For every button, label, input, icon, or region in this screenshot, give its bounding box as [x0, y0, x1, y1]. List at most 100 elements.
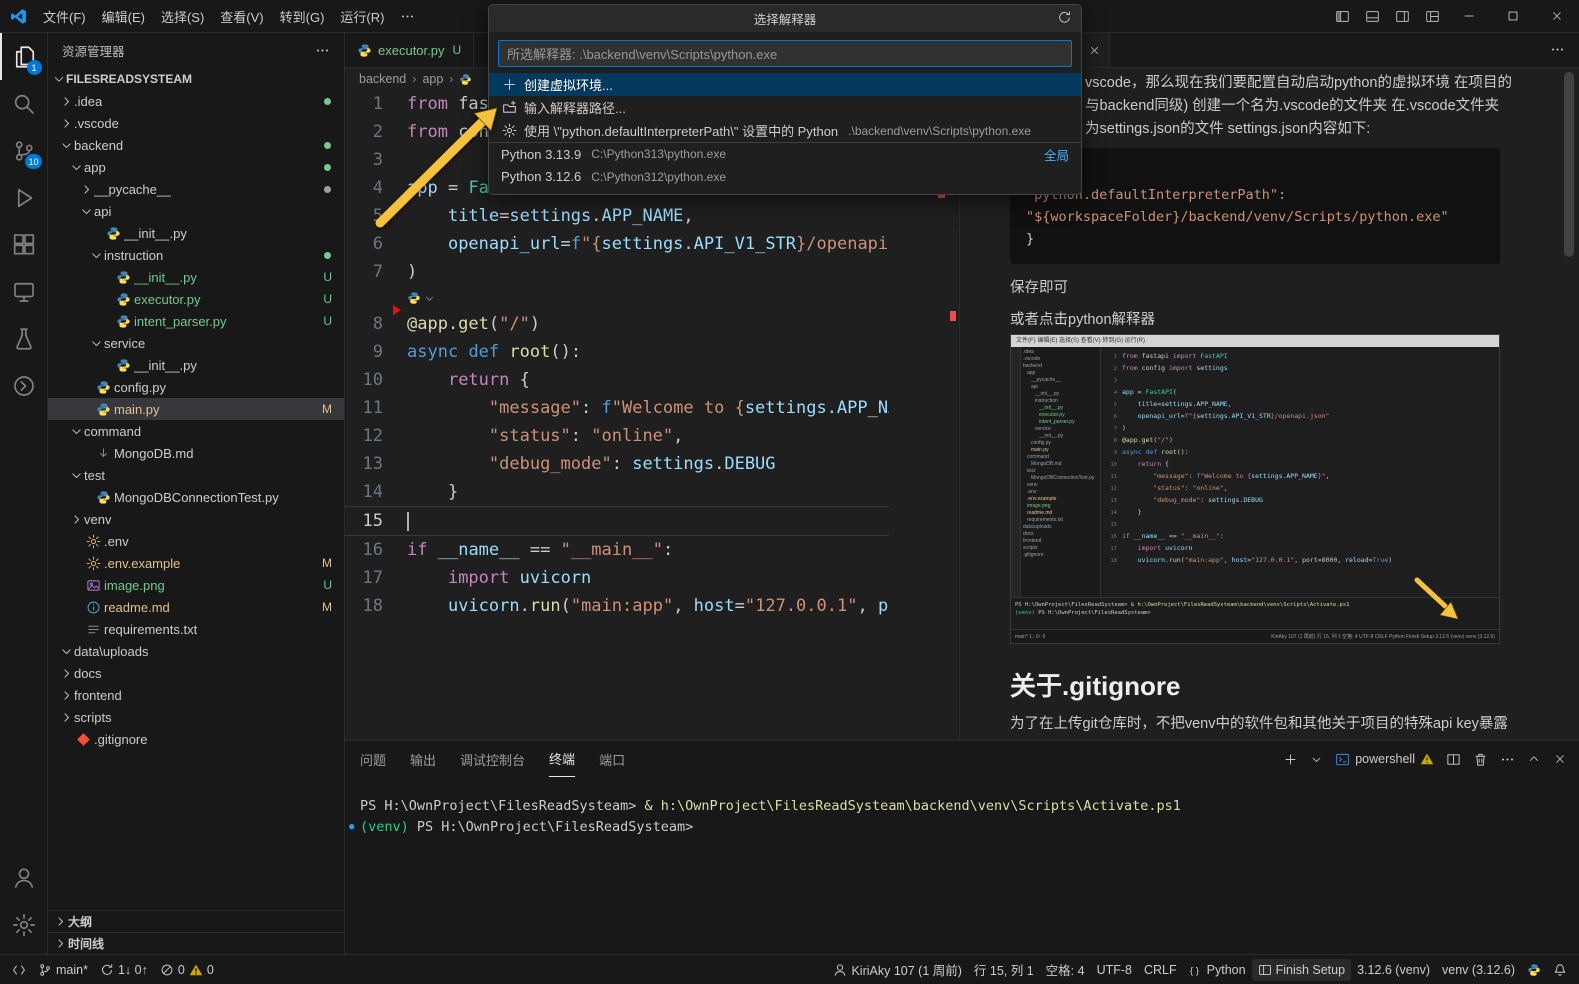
activity-run-debug[interactable] — [0, 174, 48, 221]
status-item-Python[interactable]: { }Python — [1183, 959, 1252, 981]
tree-item-intent_parser.py[interactable]: intent_parser.pyU — [48, 310, 344, 332]
command-decoration-dot[interactable]: ● — [349, 817, 354, 838]
terminal-shell-item[interactable]: powershell — [1335, 752, 1434, 767]
tree-item-MongoDB.md[interactable]: MongoDB.md — [48, 442, 344, 464]
close-window-button[interactable] — [1535, 0, 1579, 32]
layout-customize-icon[interactable] — [1417, 0, 1447, 32]
tree-item-command[interactable]: command — [48, 420, 344, 442]
terminal-output[interactable]: PS H:\OwnProject\FilesReadSysteam> & h:\… — [345, 796, 1579, 954]
menu-item-0[interactable]: 文件(F) — [35, 5, 94, 27]
menu-item-5[interactable]: 运行(R) — [332, 5, 392, 27]
python-env-inlay[interactable] — [345, 286, 889, 310]
activity-search[interactable] — [0, 80, 48, 127]
tree-item-scripts[interactable]: scripts — [48, 706, 344, 728]
status-item-bell[interactable] — [1547, 959, 1573, 981]
editor-actions-more-icon[interactable] — [1550, 42, 1565, 57]
status-item-3.12.6 (venv)[interactable]: 3.12.6 (venv) — [1351, 959, 1436, 981]
code-line[interactable]: 8@app.get("/") — [345, 310, 889, 338]
sidebar-section-0[interactable]: 大纲 — [48, 910, 344, 932]
activity-account[interactable] — [0, 854, 48, 901]
status-item-CRLF[interactable]: CRLF — [1138, 959, 1183, 981]
kill-terminal-icon[interactable] — [1473, 752, 1488, 767]
code-line[interactable]: 14 } — [345, 478, 889, 506]
new-terminal-icon[interactable] — [1283, 752, 1298, 767]
maximize-button[interactable] — [1491, 0, 1535, 32]
quickpick-item-4[interactable]: Python 3.12.6C:\Python312\python.exe — [489, 165, 1081, 188]
panel-tab-输出[interactable]: 输出 — [410, 741, 436, 777]
tree-item-.gitignore[interactable]: .gitignore — [48, 728, 344, 750]
tree-item-service[interactable]: service — [48, 332, 344, 354]
activity-source-control[interactable]: 10 — [0, 127, 48, 174]
tree-item-readme.md[interactable]: readme.mdM — [48, 596, 344, 618]
quickpick-item-3[interactable]: Python 3.13.9C:\Python313\python.exe全局 — [489, 142, 1081, 165]
quickpick-item-2[interactable]: 使用 \"python.defaultInterpreterPath\" 设置中… — [489, 119, 1081, 142]
tree-item-__init__.py[interactable]: __init__.py — [48, 354, 344, 376]
maximize-panel-icon[interactable] — [1527, 752, 1541, 766]
status-item-Finish Setup[interactable]: Finish Setup — [1252, 959, 1351, 981]
split-terminal-icon[interactable] — [1446, 752, 1461, 767]
activity-extensions[interactable] — [0, 221, 48, 268]
tree-item-instruction[interactable]: instruction — [48, 244, 344, 266]
menu-overflow-icon[interactable] — [392, 0, 422, 32]
layout-sidebar-left-icon[interactable] — [1327, 0, 1357, 32]
panel-tab-终端[interactable]: 终端 — [549, 741, 575, 777]
panel-tab-端口[interactable]: 端口 — [599, 741, 625, 777]
menu-item-3[interactable]: 查看(V) — [212, 5, 271, 27]
tree-item-MongoDBConnectionTest.py[interactable]: MongoDBConnectionTest.py — [48, 486, 344, 508]
activity-remote-explorer[interactable] — [0, 268, 48, 315]
tree-item-frontend[interactable]: frontend — [48, 684, 344, 706]
code-line[interactable]: 17 import uvicorn — [345, 564, 889, 592]
minimize-button[interactable] — [1447, 0, 1491, 32]
menu-item-4[interactable]: 转到(G) — [272, 5, 333, 27]
tree-item-test[interactable]: test — [48, 464, 344, 486]
tree-item-image.png[interactable]: image.pngU — [48, 574, 344, 596]
quickpick-item-0[interactable]: 创建虚拟环境... — [489, 73, 1081, 96]
status-item-python[interactable] — [1521, 959, 1547, 981]
tree-item-.env.example[interactable]: .env.exampleM — [48, 552, 344, 574]
tab-executor[interactable]: executor.py U — [345, 33, 474, 67]
menu-item-2[interactable]: 选择(S) — [153, 5, 212, 27]
code-line[interactable]: 13 "debug_mode": settings.DEBUG — [345, 450, 889, 478]
code-line[interactable]: 12 "status": "online", — [345, 422, 889, 450]
tree-item-__init__.py[interactable]: __init__.pyU — [48, 266, 344, 288]
activity-gitlens[interactable] — [0, 362, 48, 409]
tree-item-backend[interactable]: backend — [48, 134, 344, 156]
panel-tab-问题[interactable]: 问题 — [360, 741, 386, 777]
tree-item-docs[interactable]: docs — [48, 662, 344, 684]
status-item-空格: 4[interactable]: 空格: 4 — [1040, 959, 1091, 981]
panel-more-icon[interactable] — [1500, 752, 1515, 767]
activity-testing[interactable] — [0, 315, 48, 362]
status-item-main*[interactable]: main* — [32, 959, 94, 981]
status-item-KiriAky 107 (1 周前)[interactable]: KiriAky 107 (1 周前) — [827, 959, 967, 981]
panel-tab-调试控制台[interactable]: 调试控制台 — [460, 741, 525, 777]
terminal-dropdown-icon[interactable] — [1310, 753, 1323, 766]
layout-panel-icon[interactable] — [1357, 0, 1387, 32]
tree-item-__pycache__[interactable]: __pycache__ — [48, 178, 344, 200]
explorer-more-icon[interactable] — [315, 43, 330, 58]
tree-item-app[interactable]: app — [48, 156, 344, 178]
tree-item-.env[interactable]: .env — [48, 530, 344, 552]
code-line[interactable]: 16if __name__ == "__main__": — [345, 536, 889, 564]
interpreter-input[interactable] — [507, 46, 1063, 61]
preview-scrollbar[interactable] — [1564, 72, 1574, 257]
status-item-venv (3.12.6)[interactable]: venv (3.12.6) — [1436, 959, 1521, 981]
tree-item-requirements.txt[interactable]: requirements.txt — [48, 618, 344, 640]
quickpick-item-tag[interactable]: 全局 — [1044, 145, 1069, 164]
activity-settings[interactable] — [0, 901, 48, 948]
status-item-UTF-8[interactable]: UTF-8 — [1091, 959, 1138, 981]
status-item-0[interactable]: 00 — [154, 959, 220, 981]
tree-item-.vscode[interactable]: .vscode — [48, 112, 344, 134]
status-item-行 15, 列 1[interactable]: 行 15, 列 1 — [968, 959, 1040, 981]
code-line[interactable]: 18 uvicorn.run("main:app", host="127.0.0… — [345, 592, 889, 620]
tree-item-executor.py[interactable]: executor.pyU — [48, 288, 344, 310]
menu-item-1[interactable]: 编辑(E) — [94, 5, 153, 27]
tree-item-venv[interactable]: venv — [48, 508, 344, 530]
close-panel-icon[interactable] — [1553, 752, 1567, 766]
tree-item-config.py[interactable]: config.py — [48, 376, 344, 398]
tree-item-main.py[interactable]: main.pyM — [48, 398, 344, 420]
tree-item-data-uploads[interactable]: data\uploads — [48, 640, 344, 662]
code-line[interactable]: 15 — [345, 506, 889, 536]
code-line[interactable]: 9async def root(): — [345, 338, 889, 366]
tree-item-__init__.py[interactable]: __init__.py — [48, 222, 344, 244]
layout-sidebar-right-icon[interactable] — [1387, 0, 1417, 32]
